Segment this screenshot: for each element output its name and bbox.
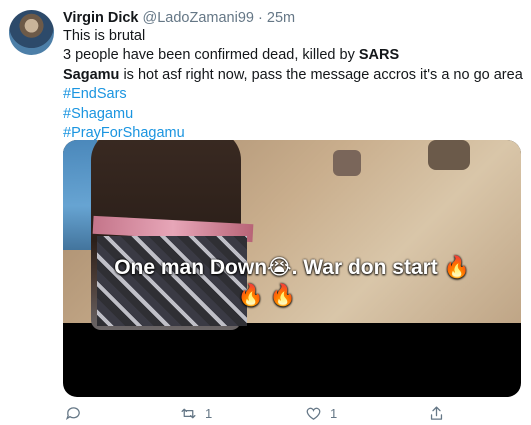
tweet-text: This is brutal 3 people have been confir… xyxy=(63,27,523,143)
video-player[interactable]: One man Down😭. War don start 🔥 🔥 🔥 xyxy=(63,140,521,397)
tweet-line-3-text: is hot asf right now, pass the message a… xyxy=(119,66,523,83)
tweet-actions: 1 1 xyxy=(63,401,513,425)
tweet-line-3: Sagamu is hot asf right now, pass the me… xyxy=(63,66,523,85)
like-count: 1 xyxy=(330,406,338,421)
background-object xyxy=(428,140,470,170)
tweet-line-1: This is brutal xyxy=(63,28,146,44)
plaid-shorts xyxy=(97,236,247,326)
reply-icon xyxy=(65,407,80,420)
tweet[interactable]: Virgin Dick @LadoZamani99 · 25m This is … xyxy=(0,0,531,425)
timestamp[interactable]: 25m xyxy=(267,10,295,26)
avatar[interactable] xyxy=(9,10,54,55)
user-handle[interactable]: @LadoZamani99 xyxy=(143,10,254,26)
bold-word-sars: SARS xyxy=(358,47,400,64)
hashtag-shagamu[interactable]: #Shagamu xyxy=(63,105,518,124)
share-button[interactable] xyxy=(428,405,453,422)
tweet-line-2-text: 3 people have been confirmed dead, kille… xyxy=(63,47,359,64)
like-button[interactable]: 1 xyxy=(305,405,337,422)
video-caption-line-2: 🔥 🔥 xyxy=(237,284,297,307)
tweet-header: Virgin Dick @LadoZamani99 · 25m xyxy=(63,9,295,27)
separator: · xyxy=(258,10,263,26)
retweet-icon xyxy=(181,408,196,419)
display-name[interactable]: Virgin Dick xyxy=(63,10,138,26)
tweet-line-2: 3 people have been confirmed dead, kille… xyxy=(63,46,518,65)
bold-word-sagamu: Sagamu xyxy=(63,66,120,83)
hashtag-endsars[interactable]: #EndSars xyxy=(63,85,518,104)
retweet-button[interactable]: 1 xyxy=(180,405,212,422)
retweet-count: 1 xyxy=(205,406,213,421)
like-icon xyxy=(306,407,321,420)
video-frame: One man Down😭. War don start 🔥 🔥 🔥 xyxy=(63,140,521,330)
video-caption-line-1: One man Down😭. War don start 🔥 xyxy=(114,256,470,279)
background-object xyxy=(333,150,361,176)
share-icon xyxy=(430,406,443,420)
reply-button[interactable] xyxy=(65,405,90,422)
